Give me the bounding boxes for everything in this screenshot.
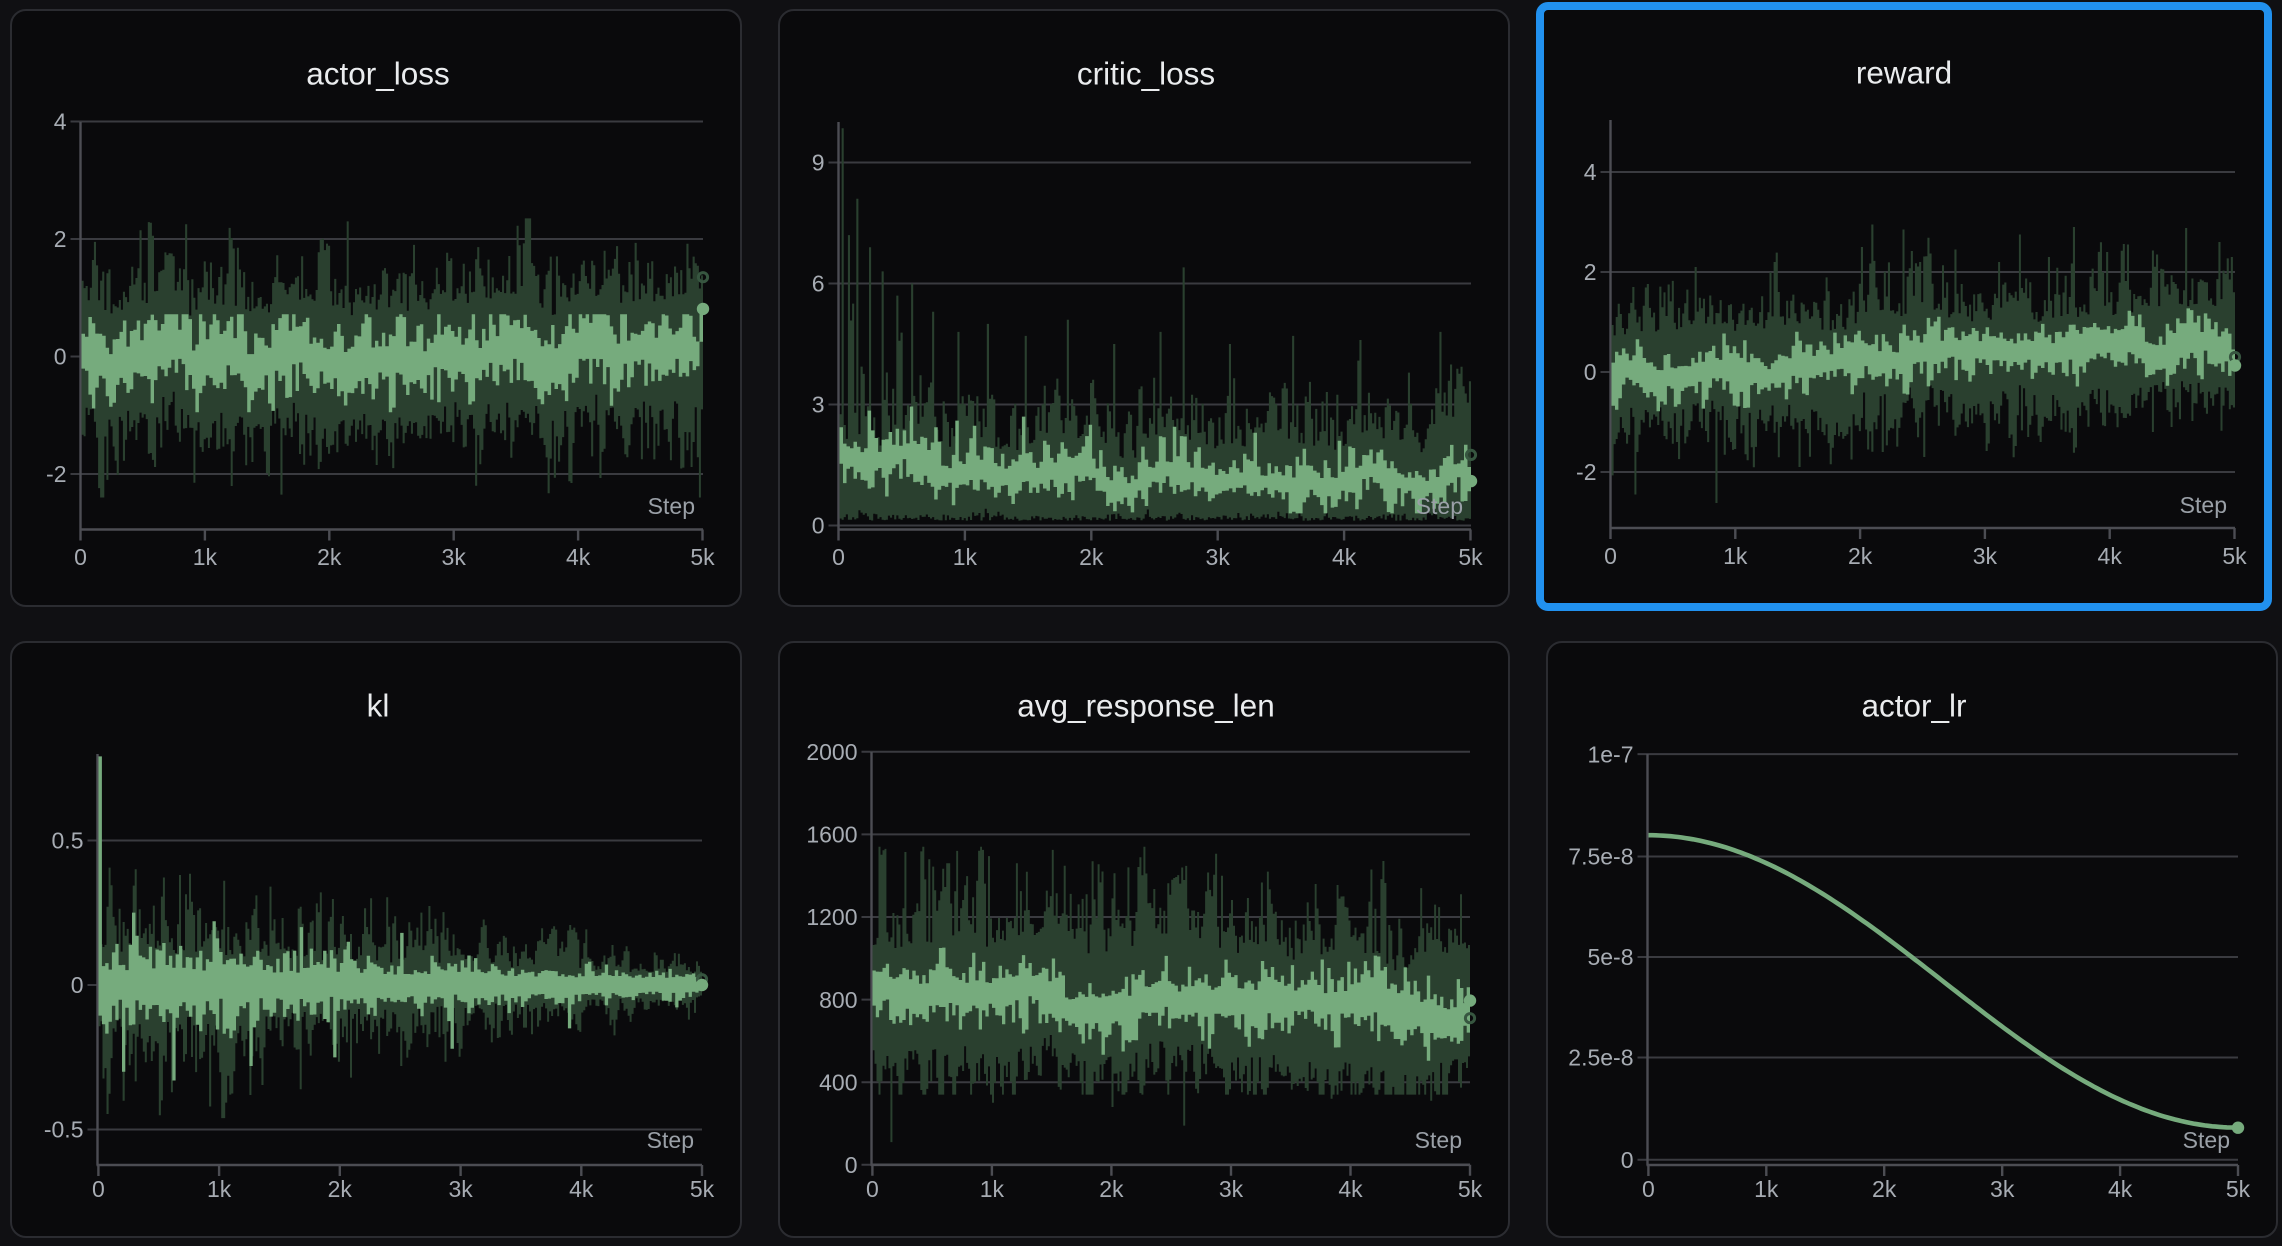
svg-text:1e-7: 1e-7 xyxy=(1587,741,1633,767)
svg-text:1k: 1k xyxy=(1723,543,1748,569)
svg-text:2k: 2k xyxy=(328,1176,353,1202)
svg-text:4k: 4k xyxy=(566,544,591,570)
svg-text:3k: 3k xyxy=(1990,1176,2015,1202)
svg-text:4k: 4k xyxy=(1332,544,1357,570)
svg-text:0: 0 xyxy=(812,513,825,539)
svg-text:Step: Step xyxy=(1416,493,1463,519)
svg-text:0: 0 xyxy=(74,544,87,570)
svg-text:2k: 2k xyxy=(1099,1176,1124,1202)
svg-text:2: 2 xyxy=(54,226,67,252)
svg-text:9: 9 xyxy=(812,150,825,176)
svg-text:0: 0 xyxy=(866,1176,879,1202)
svg-text:5k: 5k xyxy=(690,1176,715,1202)
svg-text:4k: 4k xyxy=(1338,1176,1363,1202)
svg-text:actor_loss: actor_loss xyxy=(306,56,450,92)
svg-text:4: 4 xyxy=(1584,159,1597,185)
svg-text:3k: 3k xyxy=(448,1176,473,1202)
svg-text:7.5e-8: 7.5e-8 xyxy=(1568,844,1633,870)
svg-text:1200: 1200 xyxy=(806,904,857,930)
svg-text:2.5e-8: 2.5e-8 xyxy=(1568,1045,1633,1071)
svg-text:6: 6 xyxy=(812,271,825,297)
svg-text:4k: 4k xyxy=(2108,1176,2133,1202)
svg-text:1600: 1600 xyxy=(806,822,857,848)
svg-text:0: 0 xyxy=(845,1152,858,1178)
svg-text:0: 0 xyxy=(1621,1147,1634,1173)
svg-text:400: 400 xyxy=(819,1069,857,1095)
svg-text:0.5: 0.5 xyxy=(52,828,84,854)
svg-text:5k: 5k xyxy=(690,544,715,570)
svg-text:avg_response_len: avg_response_len xyxy=(1017,688,1274,724)
svg-text:4k: 4k xyxy=(569,1176,594,1202)
svg-text:2k: 2k xyxy=(317,544,342,570)
svg-text:0: 0 xyxy=(71,972,84,998)
svg-text:0: 0 xyxy=(92,1176,105,1202)
svg-text:Step: Step xyxy=(2180,492,2227,518)
svg-text:2k: 2k xyxy=(1872,1176,1897,1202)
svg-text:3: 3 xyxy=(812,392,825,418)
svg-text:3k: 3k xyxy=(1219,1176,1244,1202)
svg-text:2k: 2k xyxy=(1848,543,1873,569)
svg-text:1k: 1k xyxy=(980,1176,1005,1202)
svg-text:0: 0 xyxy=(1584,359,1597,385)
svg-text:Step: Step xyxy=(1415,1127,1462,1153)
svg-text:1k: 1k xyxy=(193,544,218,570)
svg-text:-0.5: -0.5 xyxy=(44,1117,84,1143)
svg-text:0: 0 xyxy=(1604,543,1617,569)
svg-text:actor_lr: actor_lr xyxy=(1861,688,1966,724)
svg-text:3k: 3k xyxy=(1973,543,1998,569)
svg-text:5e-8: 5e-8 xyxy=(1587,944,1633,970)
svg-text:Step: Step xyxy=(647,1127,694,1153)
svg-text:1k: 1k xyxy=(207,1176,232,1202)
svg-text:2000: 2000 xyxy=(806,739,857,765)
svg-text:1k: 1k xyxy=(953,544,978,570)
svg-text:3k: 3k xyxy=(442,544,467,570)
svg-text:0: 0 xyxy=(832,544,845,570)
svg-text:0: 0 xyxy=(54,344,67,370)
svg-text:3k: 3k xyxy=(1206,544,1231,570)
svg-text:kl: kl xyxy=(367,688,390,724)
svg-text:Step: Step xyxy=(2183,1127,2230,1153)
svg-text:5k: 5k xyxy=(2226,1176,2251,1202)
svg-text:5k: 5k xyxy=(1458,544,1483,570)
svg-text:2: 2 xyxy=(1584,259,1597,285)
svg-text:5k: 5k xyxy=(1458,1176,1483,1202)
svg-text:-2: -2 xyxy=(46,461,66,487)
svg-text:critic_loss: critic_loss xyxy=(1077,56,1215,92)
svg-text:4k: 4k xyxy=(2098,543,2123,569)
svg-text:Step: Step xyxy=(648,493,695,519)
svg-text:5k: 5k xyxy=(2222,543,2247,569)
svg-text:2k: 2k xyxy=(1079,544,1104,570)
svg-text:4: 4 xyxy=(54,109,67,135)
svg-text:reward: reward xyxy=(1856,55,1952,91)
svg-text:1k: 1k xyxy=(1754,1176,1779,1202)
svg-text:800: 800 xyxy=(819,987,857,1013)
svg-text:-2: -2 xyxy=(1576,459,1596,485)
svg-text:0: 0 xyxy=(1642,1176,1655,1202)
